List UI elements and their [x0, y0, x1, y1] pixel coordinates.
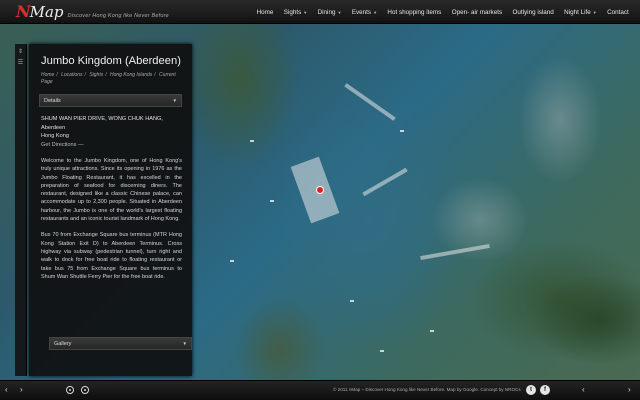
breadcrumb-sights[interactable]: Sights — [89, 72, 103, 78]
nav-open-air-markets-label: Open- air markets — [451, 8, 503, 16]
nav-dining[interactable]: Dining ▼ — [312, 9, 346, 16]
description-paragraph: Welcome to the Jumbo Kingdom, one of Hon… — [41, 158, 182, 223]
nav-events[interactable]: Events ▼ — [347, 9, 383, 16]
chevron-down-icon: ▼ — [172, 98, 177, 103]
details-label: Details — [44, 97, 61, 104]
boat — [250, 140, 254, 142]
site-tagline: Discover Hong Kong like Never Before — [67, 13, 169, 19]
location-marker[interactable] — [316, 186, 324, 194]
play-circle-icon[interactable] — [66, 386, 74, 394]
boat — [380, 350, 384, 352]
address-line: SHUM WAN PIER DRIVE, WONG CHUK HANG, — [41, 116, 163, 122]
pier — [420, 243, 490, 261]
twitter-icon[interactable]: t — [526, 385, 536, 395]
location-info-panel: Jumbo Kingdom (Aberdeen) Home / Locations… — [29, 44, 192, 376]
boat — [270, 200, 274, 202]
nav-dining-label: Dining — [317, 8, 336, 16]
nav-home[interactable]: Home — [251, 9, 278, 16]
boat — [230, 260, 234, 262]
nav-night-life[interactable]: Night Life ▼ — [559, 9, 602, 16]
boat — [350, 300, 354, 302]
caret-down-icon: ▼ — [337, 9, 342, 15]
address-line: Hong Kong — [41, 133, 69, 139]
caret-down-icon: ▼ — [303, 9, 308, 15]
menu-lines-icon[interactable]: ☰ — [15, 59, 26, 66]
nav-hot-shopping-label: Hot shopping items — [387, 8, 442, 16]
nav-open-air-markets[interactable]: Open- air markets — [447, 9, 508, 16]
breadcrumb-locations[interactable]: Locations — [61, 72, 82, 78]
next-arrow-icon[interactable]: › — [628, 385, 631, 394]
gallery-label: Gallery — [54, 340, 72, 347]
nav-events-label: Events — [351, 8, 372, 16]
page-title: Jumbo Kingdom (Aberdeen) — [41, 55, 181, 67]
nav-sights-label: Sights — [283, 8, 302, 16]
floating-restaurant — [290, 156, 340, 224]
nav-contact[interactable]: Contact — [602, 9, 634, 16]
pier — [362, 167, 408, 197]
nav-night-life-label: Night Life — [564, 8, 591, 16]
logo-letter-n: N — [16, 2, 31, 21]
boat — [400, 130, 404, 132]
next-arrow-icon[interactable]: › — [20, 385, 23, 394]
pier — [344, 83, 396, 121]
nav-outlying-island[interactable]: Outlying island — [507, 9, 559, 16]
chevron-down-icon: ▼ — [182, 341, 187, 346]
facebook-icon[interactable]: f — [540, 385, 550, 395]
logo-wordmark: Map — [29, 3, 64, 21]
copyright-text: © 2011 nMap – Discover Hong Kong like Ne… — [333, 387, 521, 392]
gallery-accordion[interactable]: Gallery ▼ — [49, 337, 192, 350]
pause-circle-icon[interactable] — [81, 386, 89, 394]
previous-arrow-icon[interactable]: ‹ — [582, 385, 585, 394]
nav-outlying-island-label: Outlying island — [512, 8, 554, 16]
details-accordion[interactable]: Details ▼ — [39, 94, 182, 107]
transport-paragraph: Bus 70 from Exchange Square bus terminus… — [41, 232, 182, 280]
breadcrumb-hong-kong-islands[interactable]: Hong Kong Islands — [110, 72, 152, 78]
breadcrumb: Home / Locations / Sights / Hong Kong Islan… — [41, 72, 176, 85]
address-block: SHUM WAN PIER DRIVE, WONG CHUK HANG, Abe… — [41, 115, 182, 149]
bottom-bar: ‹ › © 2011 nMap – Discover Hong Kong lik… — [0, 380, 640, 400]
nav-contact-label: Contact — [607, 8, 629, 16]
caret-down-icon: ▼ — [592, 9, 597, 15]
get-directions-link[interactable]: Get Directions — — [41, 142, 84, 148]
main-nav: Home Sights ▼ Dining ▼ Events ▼ Hot shoppin… — [251, 0, 634, 24]
top-navigation-bar: N Map Discover Hong Kong like Never Befo… — [0, 0, 640, 24]
breadcrumb-home[interactable]: Home — [41, 72, 54, 78]
nav-hot-shopping[interactable]: Hot shopping items — [382, 9, 446, 16]
previous-arrow-icon[interactable]: ‹ — [5, 385, 8, 394]
caret-down-icon: ▼ — [373, 9, 378, 15]
nav-sights[interactable]: Sights ▼ — [279, 9, 313, 16]
site-logo[interactable]: N Map Discover Hong Kong like Never Befo… — [16, 2, 169, 21]
boat — [430, 330, 434, 332]
nav-home-label: Home — [256, 8, 274, 16]
address-line: Aberdeen — [41, 124, 66, 131]
collapse-arrows-icon[interactable]: ⇕ — [15, 48, 26, 55]
panel-toolbar: ⇕ ☰ — [15, 44, 27, 376]
